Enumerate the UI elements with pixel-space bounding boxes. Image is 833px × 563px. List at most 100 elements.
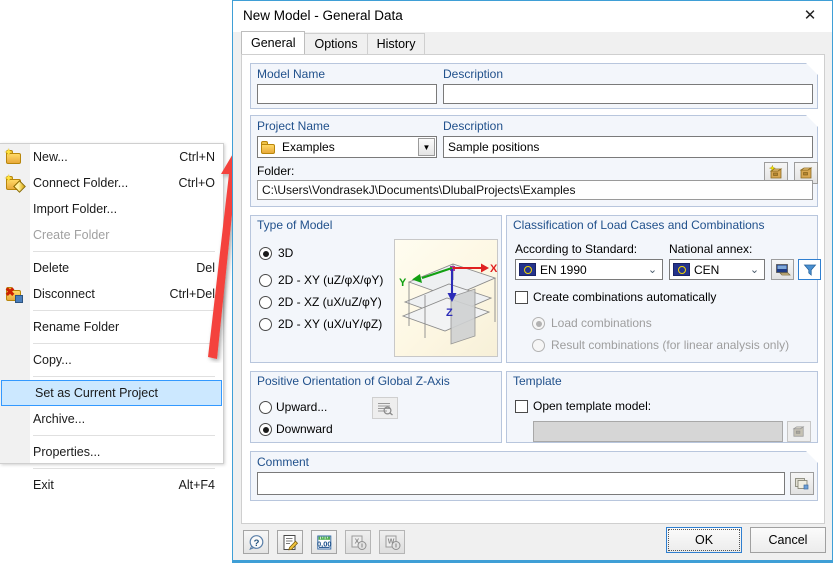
menu-item-label: New... bbox=[33, 150, 68, 164]
filter-annex-button[interactable] bbox=[798, 259, 821, 280]
z-axis-preview-button bbox=[372, 397, 398, 419]
tab-general[interactable]: General bbox=[241, 31, 306, 54]
model-name-label: Model Name bbox=[257, 67, 326, 81]
menu-item-label: Delete bbox=[33, 261, 70, 275]
import-excel-icon: X bbox=[351, 535, 366, 550]
new-archive-box-icon: ✦ bbox=[768, 165, 782, 179]
export-button: W bbox=[379, 530, 405, 554]
classification-group: Classification of Load Cases and Combina… bbox=[506, 215, 821, 363]
menu-item-disconnect[interactable]: ✖ Disconnect Ctrl+Del bbox=[0, 281, 223, 307]
comment-browse-button[interactable] bbox=[790, 472, 814, 495]
question-mark-icon: ? bbox=[248, 534, 263, 550]
archive-box-icon bbox=[792, 426, 805, 437]
radio-2d-xy-uz[interactable] bbox=[259, 274, 272, 287]
menu-item-label: Import Folder... bbox=[33, 202, 118, 216]
folder-path-display: C:\Users\VondrasekJ\Documents\DlubalProj… bbox=[257, 180, 813, 200]
radio-load-combinations-label: Load combinations bbox=[551, 316, 652, 330]
svg-text:Y: Y bbox=[399, 277, 407, 289]
open-template-label: Open template model: bbox=[533, 399, 652, 413]
menu-item-import-folder[interactable]: Import Folder... bbox=[0, 196, 223, 222]
folder-icon bbox=[261, 140, 277, 154]
general-tab-panel: Model Name Description Project Name Desc… bbox=[241, 54, 825, 524]
menu-item-label: Disconnect bbox=[33, 287, 95, 301]
radio-2d-xz[interactable] bbox=[259, 296, 272, 309]
template-combo bbox=[533, 421, 783, 442]
dialog-bottom-accent bbox=[233, 560, 832, 562]
eu-flag-icon bbox=[519, 263, 536, 276]
close-icon[interactable]: ✕ bbox=[788, 1, 832, 29]
svg-text:Z: Z bbox=[446, 307, 453, 319]
project-context-menu: ✦ New... Ctrl+N ✦ Connect Folder... Ctrl… bbox=[0, 143, 224, 492]
ok-button[interactable]: OK bbox=[666, 527, 742, 553]
menu-item-label: Copy... bbox=[33, 353, 72, 367]
menu-item-accel: Ctrl+O bbox=[178, 176, 215, 190]
standard-value: EN 1990 bbox=[540, 262, 587, 277]
project-description-input[interactable]: Sample positions bbox=[443, 136, 813, 158]
menu-separator bbox=[33, 343, 215, 344]
units-button[interactable]: 0,00 bbox=[311, 530, 337, 554]
radio-downward[interactable] bbox=[259, 423, 272, 436]
menu-item-delete[interactable]: Delete Del bbox=[0, 255, 223, 281]
type-of-model-title: Type of Model bbox=[250, 215, 502, 234]
menu-separator bbox=[33, 376, 215, 377]
tab-history[interactable]: History bbox=[366, 33, 426, 54]
model-description-input[interactable] bbox=[443, 84, 813, 104]
filter-icon bbox=[803, 264, 816, 276]
model-name-group: Model Name Description bbox=[250, 63, 818, 109]
menu-item-exit[interactable]: Exit Alt+F4 bbox=[0, 472, 223, 498]
menu-separator bbox=[33, 468, 215, 469]
dialog-title: New Model - General Data bbox=[243, 8, 403, 23]
open-template-checkbox[interactable] bbox=[515, 400, 528, 413]
export-word-icon: W bbox=[385, 535, 400, 550]
model-name-input[interactable] bbox=[257, 84, 437, 104]
project-name-label: Project Name bbox=[257, 119, 330, 133]
project-name-combo[interactable]: Examples ▼ bbox=[257, 136, 437, 158]
type-of-model-group: Type of Model 3D 2D - XY (uZ/φX/φY) 2D -… bbox=[250, 215, 502, 363]
classification-body: According to Standard: National annex: E… bbox=[507, 235, 821, 362]
comment-input[interactable] bbox=[257, 472, 785, 495]
menu-item-copy[interactable]: Copy... bbox=[0, 347, 223, 373]
menu-item-archive[interactable]: Archive... bbox=[0, 406, 223, 432]
auto-combinations-checkbox[interactable] bbox=[515, 291, 528, 304]
group-corner bbox=[806, 115, 818, 127]
folder-label: Folder: bbox=[257, 164, 295, 178]
new-model-general-data-dialog: New Model - General Data ✕ General Optio… bbox=[232, 0, 833, 563]
chevron-down-icon[interactable]: ⌄ bbox=[746, 261, 763, 278]
menu-separator bbox=[33, 435, 215, 436]
radio-2d-xy-ux[interactable] bbox=[259, 318, 272, 331]
eu-flag-icon bbox=[673, 263, 690, 276]
radio-upward-label: Upward... bbox=[276, 400, 328, 414]
notes-button[interactable] bbox=[277, 530, 303, 554]
annex-value: CEN bbox=[694, 262, 720, 277]
radio-3d[interactable] bbox=[259, 247, 272, 260]
menu-item-label: Archive... bbox=[33, 412, 86, 426]
radio-result-combinations-label: Result combinations (for linear analysis… bbox=[551, 338, 790, 352]
tab-options[interactable]: Options bbox=[304, 33, 368, 54]
menu-item-connect-folder[interactable]: ✦ Connect Folder... Ctrl+O bbox=[0, 170, 223, 196]
project-name-value: Examples bbox=[282, 140, 335, 154]
annex-combo[interactable]: CEN ⌄ bbox=[669, 259, 765, 280]
chevron-down-icon[interactable]: ▼ bbox=[418, 138, 435, 156]
edit-annex-button[interactable] bbox=[771, 259, 794, 280]
edit-annex-icon bbox=[775, 263, 791, 275]
import-button: X bbox=[345, 530, 371, 554]
menu-item-set-as-current-project[interactable]: Set as Current Project bbox=[1, 380, 222, 406]
cancel-button[interactable]: Cancel bbox=[750, 527, 826, 553]
type-of-model-body: 3D 2D - XY (uZ/φX/φY) 2D - XZ (uX/uZ/φY)… bbox=[251, 235, 501, 362]
menu-item-label: Properties... bbox=[33, 445, 101, 459]
menu-separator bbox=[33, 251, 215, 252]
z-axis-group: Positive Orientation of Global Z-Axis Up… bbox=[250, 371, 502, 443]
menu-item-accel: Del bbox=[196, 261, 215, 275]
svg-text:✦: ✦ bbox=[769, 165, 776, 173]
z-axis-body: Upward... Downward bbox=[251, 391, 501, 442]
menu-item-new[interactable]: ✦ New... Ctrl+N bbox=[0, 144, 223, 170]
chevron-down-icon[interactable]: ⌄ bbox=[644, 261, 661, 278]
menu-item-rename-folder[interactable]: Rename Folder bbox=[0, 314, 223, 340]
copy-comment-icon bbox=[795, 478, 809, 490]
menu-item-properties[interactable]: Properties... bbox=[0, 439, 223, 465]
help-button[interactable]: ? bbox=[243, 530, 269, 554]
template-body: Open template model: bbox=[507, 391, 817, 442]
standard-combo[interactable]: EN 1990 ⌄ bbox=[515, 259, 663, 280]
radio-upward[interactable] bbox=[259, 401, 272, 414]
radio-load-combinations bbox=[532, 317, 545, 330]
